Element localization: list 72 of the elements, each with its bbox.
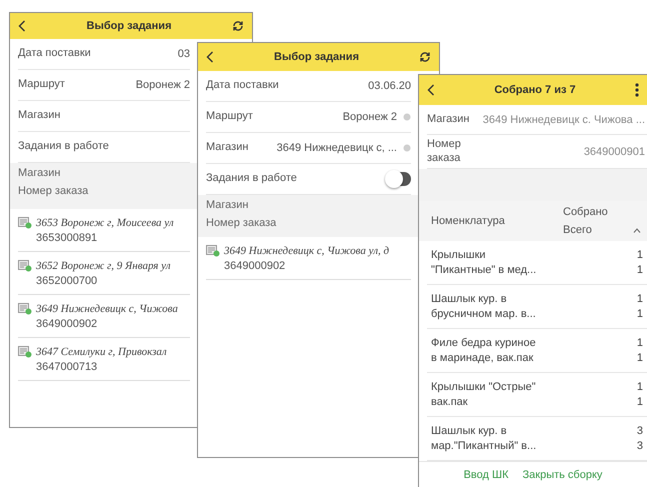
field-value: 3649 Нижнедевицк с. Чижова ... [482,114,645,126]
order-list-item[interactable]: 3649 Нижнедевицк с, Чижова ул, д 3649000902 [206,237,411,280]
collected-count: 1 [636,292,643,306]
column-header[interactable]: Собрано [563,206,633,218]
total-count: 1 [636,394,643,410]
field-value[interactable]: 03.06.20 [284,80,411,92]
order-store: 3647 Семилуки г, Привокзал [36,346,168,358]
field-label: Магазин [18,109,60,123]
list-header-label: Магазин [18,167,62,179]
field-label: Дата поставки [18,47,91,61]
column-header[interactable]: Всего [563,224,633,236]
refresh-icon[interactable] [419,51,431,63]
table-row[interactable]: Шашлык кур. в брусничном мар. в... 1 1 [427,285,647,329]
list-header-label: Магазин [206,199,250,211]
refresh-icon[interactable] [232,20,244,32]
total-count: 1 [636,350,643,366]
order-store: 3649 Нижнедевицк с, Чижова ул, д [224,244,390,256]
screen-title: Собрано 7 из 7 [493,84,577,96]
back-icon[interactable] [18,20,26,32]
order-list-item[interactable]: 3652 Воронеж г, 9 Января ул 3652000700 [18,252,190,295]
field-label: Магазин [206,141,248,155]
item-name: Крылышки "Острые" вак.пак [431,380,537,410]
order-list-item[interactable]: 3649 Нижнедевицк с, Чижова 3649000902 [18,295,190,338]
field-label: Задания в работе [18,140,109,154]
field-value: 3649000901 [582,146,645,158]
collected-count: 3 [636,424,643,438]
field-label: Магазин [427,112,470,126]
field-value[interactable]: Воронеж 2 [258,111,397,123]
collected-count: 1 [636,380,643,394]
order-number: 3653000891 [36,232,98,244]
list-header-label: Номер заказа [18,185,90,197]
order-number: 3652000700 [36,274,98,286]
table-row[interactable]: Шашлык кур. в мар."Пикантный" в... 3 3 [427,417,647,461]
order-store: 3649 Нижнедевицк с, Чижова [36,302,179,314]
field-label: Дата поставки [206,79,279,93]
field-label: Маршрут [206,110,253,124]
order-list-item[interactable]: 3647 Семилуки г, Привокзал 3647000713 [18,338,190,381]
list-header-label: Номер заказа [206,217,278,229]
order-number: 3649000902 [224,260,286,272]
table-row[interactable]: Филе бедра куриное в маринаде, вак.пак 1 1 [427,329,647,373]
order-list-item[interactable]: 3653 Воронеж г, Моисеева ул 3653000891 [18,209,190,252]
item-name: Филе бедра куриное в маринаде, вак.пак [431,336,537,366]
order-number: 3647000713 [36,360,98,372]
field-value[interactable]: Воронеж 2 [70,79,190,91]
total-count: 1 [636,306,643,322]
toggle-switch[interactable] [387,172,411,186]
more-menu-icon[interactable] [635,83,639,97]
sort-caret-icon[interactable] [633,228,641,232]
order-number: 3649000902 [36,318,98,330]
field-label: Номер заказа [427,138,462,165]
item-name: Крылышки "Пикантные" в мед... [431,248,538,278]
collected-count: 1 [636,248,643,262]
footer-button[interactable]: Ввод ШК [460,466,512,482]
table-row[interactable]: Крылышки "Острые" вак.пак 1 1 [427,373,647,417]
field-value[interactable]: 3649 Нижнедевицк с, ... [254,142,397,154]
total-count: 1 [636,262,643,278]
total-count: 3 [636,438,643,454]
footer-button[interactable]: Закрыть сборку [520,466,606,482]
screen-title: Выбор задания [273,51,360,63]
order-store: 3653 Воронеж г, Моисеева ул [36,216,175,228]
item-name: Шашлык кур. в брусничном мар. в... [431,292,537,322]
back-icon[interactable] [427,84,435,96]
field-value[interactable]: 03 [96,48,190,60]
column-header[interactable]: Номенклатура [431,215,563,227]
order-store: 3652 Воронеж г, 9 Января ул [36,260,172,272]
field-label: Маршрут [18,78,65,92]
screen-title: Выбор задания [86,20,172,32]
item-name: Шашлык кур. в мар."Пикантный" в... [431,424,538,454]
back-icon[interactable] [206,51,214,63]
collected-count: 1 [636,336,643,350]
field-label: Задания в работе [206,172,297,186]
table-row[interactable]: Крылышки "Пикантные" в мед... 1 1 [427,241,647,285]
